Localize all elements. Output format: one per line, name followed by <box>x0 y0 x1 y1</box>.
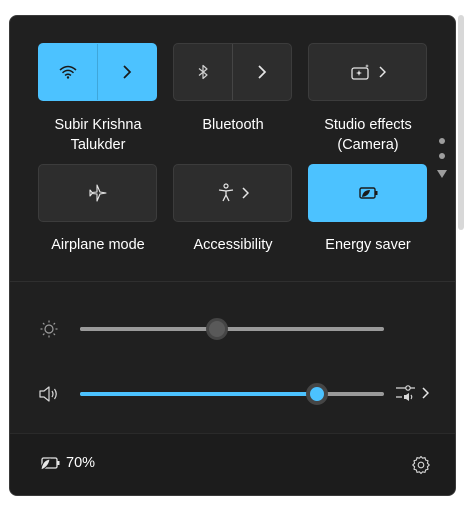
brightness-slider-fill <box>80 327 217 331</box>
section-divider <box>10 281 455 282</box>
wifi-icon <box>59 65 77 79</box>
studio-effects-label-line2: (Camera) <box>337 137 399 153</box>
chevron-right-icon <box>378 66 386 78</box>
quick-settings-tiles: Subir Krishna Talukder Bluetooth Studio … <box>10 16 455 282</box>
airplane-icon <box>88 183 108 203</box>
speaker-icon[interactable] <box>38 385 60 403</box>
brightness-slider[interactable] <box>80 318 384 340</box>
volume-slider[interactable] <box>80 383 384 405</box>
battery-button[interactable]: 70% <box>39 454 95 472</box>
brightness-slider-thumb[interactable] <box>205 318 228 340</box>
gear-icon <box>411 455 431 475</box>
battery-saver-icon <box>39 454 61 472</box>
quick-settings-panel: Subir Krishna Talukder Bluetooth Studio … <box>9 15 456 496</box>
wifi-label: Subir Krishna Talukder <box>23 115 173 155</box>
settings-button[interactable] <box>411 455 431 475</box>
wifi-toggle[interactable] <box>39 44 97 100</box>
bluetooth-expand-button[interactable] <box>233 44 291 100</box>
bluetooth-tile[interactable] <box>173 43 292 101</box>
accessibility-label: Accessibility <box>193 237 273 253</box>
bluetooth-icon <box>197 64 209 80</box>
studio-effects-icon <box>350 63 372 81</box>
accessibility-tile[interactable] <box>173 164 292 222</box>
bluetooth-toggle[interactable] <box>174 44 232 100</box>
wifi-label-line2: Talukder <box>70 137 126 153</box>
sound-output-button[interactable] <box>395 382 429 404</box>
chevron-right-icon <box>421 387 429 399</box>
quick-settings-footer: 70% <box>10 433 455 495</box>
volume-slider-fill <box>80 392 318 396</box>
volume-slider-thumb[interactable] <box>306 383 329 405</box>
energy-saver-tile[interactable] <box>308 164 427 222</box>
studio-effects-label-line1: Studio effects <box>324 117 412 133</box>
page-dot-2[interactable] <box>439 153 445 159</box>
pager-down-arrow-icon[interactable] <box>437 170 447 178</box>
brightness-icon <box>40 320 58 338</box>
battery-percentage: 70% <box>66 455 96 471</box>
energy-saver-icon <box>357 186 379 200</box>
airplane-mode-label: Airplane mode <box>51 237 145 253</box>
page-dot-1[interactable] <box>439 138 445 144</box>
chevron-right-icon <box>241 187 249 199</box>
chevron-right-icon <box>122 65 132 79</box>
volume-row <box>10 379 455 409</box>
wifi-expand-button[interactable] <box>98 44 156 100</box>
studio-effects-tile[interactable] <box>308 43 427 101</box>
airplane-mode-tile[interactable] <box>38 164 157 222</box>
brightness-row <box>10 314 455 344</box>
studio-effects-label: Studio effects (Camera) <box>293 115 443 155</box>
wifi-label-line1: Subir Krishna <box>54 117 142 133</box>
energy-saver-label: Energy saver <box>325 237 411 253</box>
accessibility-icon <box>217 183 235 203</box>
wifi-tile[interactable] <box>38 43 157 101</box>
chevron-right-icon <box>257 65 267 79</box>
bluetooth-label: Bluetooth <box>202 117 264 133</box>
page-scrollbar[interactable] <box>458 15 464 230</box>
sound-output-icon <box>395 382 417 404</box>
